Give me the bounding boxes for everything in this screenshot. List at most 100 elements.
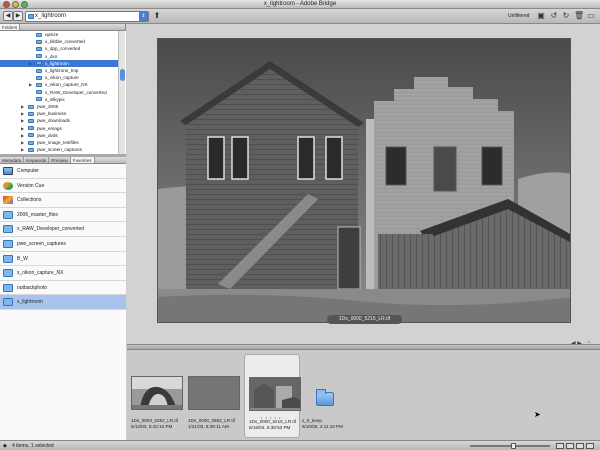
mouse-cursor-icon: ➤ bbox=[534, 410, 541, 419]
favorite-label: outbackphoto bbox=[17, 284, 48, 291]
disclosure-triangle-icon[interactable]: ▶ bbox=[21, 110, 26, 117]
favorite-item[interactable]: x_lightroom bbox=[0, 295, 126, 310]
folder-icon bbox=[3, 283, 13, 292]
disclosure-triangle-icon[interactable]: ▶ bbox=[29, 81, 34, 88]
thumbnail-image bbox=[249, 377, 301, 411]
view-details-icon[interactable] bbox=[576, 443, 584, 449]
thumbnail-item[interactable]: • • • • • 1Ds_0000_5215_LR.tif 6/19/04, 5:… bbox=[244, 354, 301, 438]
rotate-left-icon[interactable]: ↺ bbox=[549, 11, 559, 21]
path-select[interactable]: x_lightroom ⇕ bbox=[25, 11, 149, 22]
favorite-item[interactable]: 2006_master_files bbox=[0, 208, 126, 223]
folder-icon bbox=[3, 225, 13, 234]
folder-icon bbox=[3, 269, 13, 278]
delete-icon[interactable]: 🗑 bbox=[574, 11, 584, 21]
folder-tree-item[interactable]: ▶ pwe_dvds bbox=[0, 132, 118, 139]
folder-label: pwe_dvds bbox=[37, 132, 58, 138]
compact-mode-icon[interactable]: ▭ bbox=[586, 11, 596, 21]
favorite-item[interactable]: x_nikon_capture_NX bbox=[0, 266, 126, 281]
tab-favorites[interactable]: Favorites bbox=[70, 157, 95, 163]
thumbnail-item[interactable]: x_lr_keep 5/10/06, 4:11:10 PM bbox=[298, 354, 356, 438]
thumbnail-size-slider[interactable] bbox=[470, 443, 550, 449]
folder-icon bbox=[36, 54, 42, 59]
favorite-item[interactable]: Version Cue bbox=[0, 179, 126, 194]
new-folder-icon[interactable]: ▣ bbox=[536, 11, 546, 21]
disclosure-triangle-icon[interactable]: ▶ bbox=[21, 146, 26, 153]
folder-tree-item[interactable]: x_nikon_capture bbox=[0, 74, 118, 81]
folder-icon bbox=[28, 140, 34, 145]
tab-preview[interactable]: Preview bbox=[49, 157, 71, 163]
folder-tree-item[interactable]: x_RAW_Developer_converted bbox=[0, 89, 118, 96]
favorite-item[interactable]: pwe_screen_captures bbox=[0, 237, 126, 252]
thumbnail-item[interactable]: 1Ds_0000_0852_LR.tif 1/21/03, 8:39:11 AM bbox=[184, 354, 242, 438]
disclosure-triangle-icon[interactable]: ▶ bbox=[21, 125, 26, 132]
folder-tree-item[interactable]: ▶ pwe_image_testfiles bbox=[0, 139, 118, 146]
favorite-item[interactable]: Collections bbox=[0, 193, 126, 208]
tab-keywords[interactable]: Keywords bbox=[24, 157, 50, 163]
up-folder-icon[interactable]: ⬆ bbox=[152, 11, 162, 21]
favorite-item[interactable]: B_W bbox=[0, 252, 126, 267]
folder-icon bbox=[28, 118, 34, 123]
folder-label: x_lightroom bbox=[45, 60, 69, 66]
favorite-item[interactable]: Computer bbox=[0, 164, 126, 179]
folder-icon bbox=[36, 97, 42, 102]
disclosure-triangle-icon[interactable]: ▶ bbox=[21, 132, 26, 139]
tab-metadata[interactable]: Metadata bbox=[0, 157, 25, 163]
status-icon: ◆ bbox=[3, 443, 7, 449]
folder-tree-item[interactable]: ▶ x_nikon_capture_NX bbox=[0, 81, 118, 88]
minimize-window-button[interactable] bbox=[12, 1, 19, 8]
folder-icon bbox=[36, 75, 42, 80]
view-filmstrip-icon[interactable] bbox=[566, 443, 574, 449]
disclosure-triangle-icon[interactable]: ▶ bbox=[21, 117, 26, 124]
slider-thumb[interactable] bbox=[511, 443, 517, 449]
folder-tree-item[interactable]: x_bibble_converted bbox=[0, 38, 118, 45]
scroll-thumb[interactable] bbox=[120, 69, 125, 81]
folders-tree[interactable]: upsize x_bibble_converted x_dpp_converted x… bbox=[0, 31, 126, 154]
status-bar: ◆ 4 items, 1 selected bbox=[0, 440, 600, 450]
favorites-list: Computer Version Cue Collections 2006_maste… bbox=[0, 164, 126, 440]
folder-tree-item[interactable]: x_silkypix bbox=[0, 96, 118, 103]
tab-folders[interactable]: Folders bbox=[0, 24, 21, 30]
folder-tree-item[interactable]: ▶ pwe_business bbox=[0, 110, 118, 117]
folder-tree-item[interactable]: ▶ pwe_emags bbox=[0, 125, 118, 132]
filter-menu[interactable]: Unfiltered bbox=[508, 12, 529, 20]
favorite-label: pwe_screen_captures bbox=[17, 241, 66, 247]
disclosure-triangle-icon[interactable]: ▶ bbox=[29, 60, 34, 67]
favorite-label: Collections bbox=[17, 197, 42, 204]
view-grid-icon[interactable] bbox=[556, 443, 564, 449]
folder-tree-item[interactable]: x_lightzone_tmp bbox=[0, 67, 118, 74]
thumbnail-item[interactable]: 1Ds_0003_0352_LR.tif 6/12/03, 8:42:10 PM bbox=[127, 354, 185, 438]
favorite-label: 2006_master_files bbox=[17, 211, 58, 218]
folder-tree-item[interactable]: ▶ pwe_2005 bbox=[0, 103, 118, 110]
zoom-window-button[interactable] bbox=[21, 1, 28, 8]
folder-label: pwe_downloads bbox=[37, 118, 70, 124]
computer-icon bbox=[3, 167, 13, 175]
folder-label: x_RAW_Developer_converted bbox=[45, 89, 107, 95]
close-window-button[interactable] bbox=[3, 1, 10, 8]
favorite-label: Computer bbox=[17, 168, 39, 174]
ghost-town-photo bbox=[158, 39, 570, 322]
thumbnail-image bbox=[131, 376, 183, 410]
disclosure-triangle-icon[interactable]: ▶ bbox=[21, 103, 26, 110]
folder-icon bbox=[36, 68, 42, 73]
back-button[interactable]: ◀ bbox=[3, 11, 13, 21]
favorite-label: x_nikon_capture_NX bbox=[17, 270, 64, 277]
folder-icon bbox=[28, 126, 34, 131]
favorite-item[interactable]: outbackphoto bbox=[0, 281, 126, 296]
favorite-label: x_lightroom bbox=[17, 299, 43, 306]
folder-tree-item[interactable]: ▶ x_lightroom bbox=[0, 59, 118, 67]
favorite-item[interactable]: x_RAW_Developer_converted bbox=[0, 222, 126, 237]
forward-button[interactable]: ▶ bbox=[13, 11, 23, 21]
folder-tree-item[interactable]: x_dpp_converted bbox=[0, 45, 118, 52]
folder-tree-item[interactable]: ▶ pwe_screen_captures bbox=[0, 146, 118, 153]
folder-label: x_silkypix bbox=[45, 96, 65, 102]
folder-tree-item[interactable]: x_dxo bbox=[0, 53, 118, 60]
rotate-right-icon[interactable]: ↻ bbox=[561, 11, 571, 21]
folder-tree-item[interactable]: upsize bbox=[0, 31, 118, 38]
folder-label: x_lightzone_tmp bbox=[45, 68, 79, 73]
disclosure-triangle-icon[interactable]: ▶ bbox=[21, 139, 26, 146]
forward-arrow-icon: ▶ bbox=[15, 13, 21, 19]
view-list-icon[interactable] bbox=[586, 443, 594, 449]
folder-tree-item[interactable]: ▶ pwe_downloads bbox=[0, 117, 118, 124]
folders-scrollbar[interactable] bbox=[118, 31, 125, 154]
status-text: 4 items, 1 selected bbox=[12, 443, 54, 449]
